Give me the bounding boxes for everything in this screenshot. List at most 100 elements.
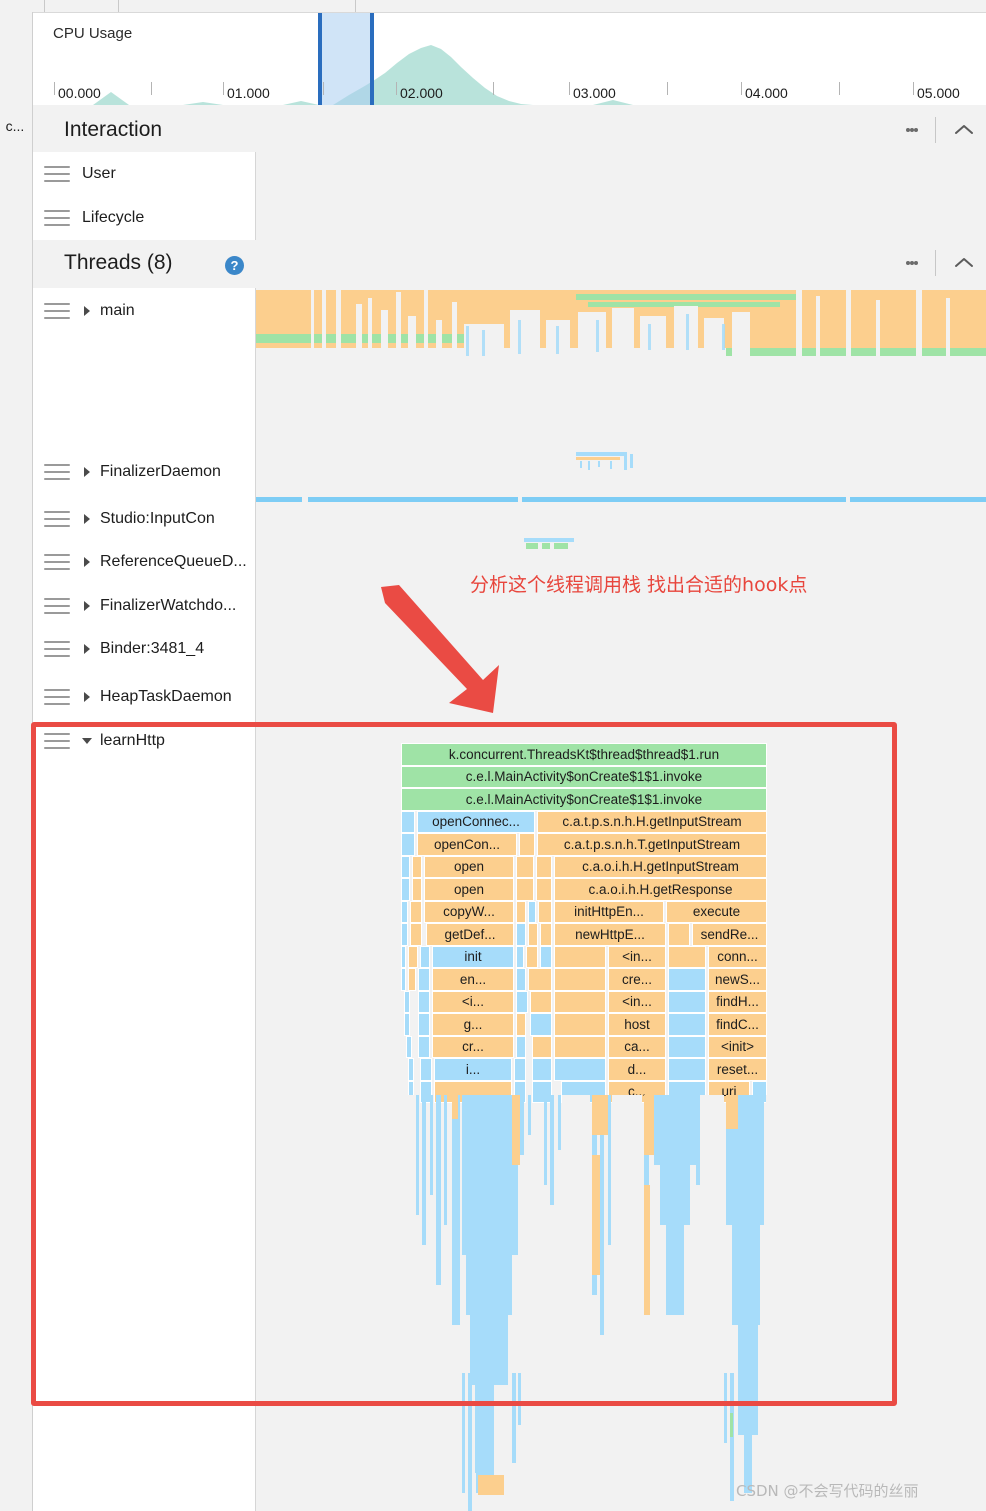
flame-bar-unlabeled[interactable] — [412, 855, 422, 878]
flame-bar-unlabeled[interactable] — [420, 945, 430, 968]
flame-bar[interactable]: <i... — [432, 990, 514, 1013]
timeline-selection-range[interactable] — [318, 13, 374, 105]
flame-bar-unlabeled[interactable] — [401, 968, 406, 991]
flame-bar-unlabeled[interactable] — [401, 855, 410, 878]
flame-bar-unlabeled[interactable] — [516, 968, 526, 991]
flame-bar-unlabeled[interactable] — [408, 945, 418, 968]
flame-bar-unlabeled[interactable] — [536, 878, 552, 901]
flame-bar-unlabeled[interactable] — [410, 900, 422, 923]
drag-handle-icon[interactable] — [44, 464, 70, 480]
flame-bar-unlabeled[interactable] — [401, 900, 408, 923]
drag-handle-icon[interactable] — [44, 689, 70, 705]
drag-handle-icon[interactable] — [44, 733, 70, 749]
cpu-usage-chart[interactable]: CPU Usage 00.000 01.000 02.000 03.000 04… — [33, 13, 986, 105]
flame-bar-unlabeled[interactable] — [532, 1058, 552, 1081]
interaction-track-area[interactable] — [256, 152, 986, 240]
flame-bar-unlabeled[interactable] — [668, 968, 706, 991]
flame-bar-unlabeled[interactable] — [516, 855, 534, 878]
chevron-right-icon[interactable] — [82, 466, 94, 478]
kebab-menu-icon[interactable] — [895, 240, 929, 285]
flame-bar-unlabeled[interactable] — [536, 855, 552, 878]
drag-handle-icon[interactable] — [44, 598, 70, 614]
flame-bar-unlabeled[interactable] — [668, 1058, 706, 1081]
flame-bar-unlabeled[interactable] — [554, 1058, 606, 1081]
flame-bar[interactable]: getDef... — [426, 923, 514, 946]
flame-bar[interactable]: execute — [666, 900, 767, 923]
flame-bar-unlabeled[interactable] — [554, 945, 606, 968]
flame-bar[interactable]: init — [432, 945, 514, 968]
flame-bar[interactable]: findH... — [708, 990, 767, 1013]
flame-bar-unlabeled[interactable] — [540, 923, 552, 946]
flame-bar-unlabeled[interactable] — [516, 990, 528, 1013]
threads-section-header[interactable]: Threads (8) ? — [33, 240, 986, 289]
flame-bar-unlabeled[interactable] — [516, 945, 524, 968]
flame-bar-unlabeled[interactable] — [401, 923, 408, 946]
flame-bar[interactable]: d... — [608, 1058, 666, 1081]
flame-bar-unlabeled[interactable] — [554, 1013, 606, 1036]
flame-bar-unlabeled[interactable] — [668, 990, 706, 1013]
flame-bar[interactable]: cr... — [432, 1035, 514, 1058]
interaction-row-user[interactable]: User — [33, 152, 255, 196]
referencequeue-trace-fragment[interactable] — [524, 538, 580, 550]
sidebar-item-main[interactable]: main — [33, 299, 255, 323]
flame-bar-unlabeled[interactable] — [668, 945, 706, 968]
flame-bar-unlabeled[interactable] — [418, 1035, 430, 1058]
kebab-menu-icon[interactable] — [895, 107, 929, 152]
flame-bar-unlabeled[interactable] — [668, 923, 690, 946]
flame-bar-unlabeled[interactable] — [408, 968, 416, 991]
flame-bar[interactable]: conn... — [708, 945, 767, 968]
flame-bar[interactable]: newS... — [708, 968, 767, 991]
drag-handle-icon[interactable] — [44, 554, 70, 570]
flame-bar[interactable]: initHttpEn... — [554, 900, 664, 923]
thread-trace-tracks[interactable]: k.concurrent.ThreadsKt$thread$thread$1.r… — [256, 288, 986, 1511]
flame-bar-unlabeled[interactable] — [519, 833, 535, 856]
chevron-up-icon[interactable] — [942, 240, 986, 285]
flame-bar-unlabeled[interactable] — [408, 1058, 414, 1081]
chevron-down-icon[interactable] — [82, 735, 94, 747]
drag-handle-icon[interactable] — [44, 641, 70, 657]
interaction-row-lifecycle[interactable]: Lifecycle — [33, 196, 255, 240]
flame-bar-unlabeled[interactable] — [528, 923, 538, 946]
flame-bar-unlabeled[interactable] — [540, 945, 552, 968]
sidebar-item-referencequeued[interactable]: ReferenceQueueD... — [33, 550, 255, 574]
flame-bar-unlabeled[interactable] — [516, 878, 534, 901]
flame-bar-unlabeled[interactable] — [668, 1035, 706, 1058]
flame-bar-unlabeled[interactable] — [404, 1013, 410, 1036]
flame-bar[interactable]: <in... — [608, 990, 666, 1013]
flame-bar-unlabeled[interactable] — [514, 1058, 526, 1081]
flame-bar[interactable]: g... — [432, 1013, 514, 1036]
drag-handle-icon[interactable] — [44, 166, 70, 182]
chevron-right-icon[interactable] — [82, 643, 94, 655]
drag-handle-icon[interactable] — [44, 511, 70, 527]
flame-bar[interactable]: c.a.o.i.h.H.getInputStream — [554, 855, 767, 878]
flame-bar-unlabeled[interactable] — [554, 990, 606, 1013]
flame-bar-unlabeled[interactable] — [418, 1013, 430, 1036]
flame-bar[interactable]: findC... — [708, 1013, 767, 1036]
flame-bar-unlabeled[interactable] — [412, 878, 422, 901]
flame-bar-unlabeled[interactable] — [410, 923, 422, 946]
flame-bar-unlabeled[interactable] — [516, 900, 526, 923]
flame-bar[interactable]: en... — [432, 968, 514, 991]
sidebar-item-studio-inputcon[interactable]: Studio:InputCon — [33, 507, 255, 531]
studio-inputcon-trace[interactable] — [256, 497, 986, 502]
chevron-right-icon[interactable] — [82, 305, 94, 317]
flame-bar-unlabeled[interactable] — [401, 810, 415, 833]
flame-bar[interactable]: i... — [434, 1058, 512, 1081]
sidebar-item-finalizerwatchdog[interactable]: FinalizerWatchdo... — [33, 594, 255, 618]
drag-handle-icon[interactable] — [44, 210, 70, 226]
flame-bar-unlabeled[interactable] — [401, 833, 415, 856]
flame-bar[interactable]: ca... — [608, 1035, 666, 1058]
flame-bar[interactable]: newHttpE... — [554, 923, 666, 946]
flame-bar[interactable]: c.e.l.MainActivity$onCreate$1$1.invoke — [401, 765, 767, 788]
flame-bar-unlabeled[interactable] — [516, 1013, 526, 1036]
learnhttp-flame-chart[interactable]: k.concurrent.ThreadsKt$thread$thread$1.r… — [401, 743, 771, 1103]
flame-bar-unlabeled[interactable] — [668, 1013, 706, 1036]
flame-bar-unlabeled[interactable] — [406, 1035, 412, 1058]
flame-bar-unlabeled[interactable] — [554, 968, 606, 991]
flame-bar-unlabeled[interactable] — [401, 945, 406, 968]
flame-bar-unlabeled[interactable] — [516, 1035, 526, 1058]
flame-bar-unlabeled[interactable] — [528, 900, 536, 923]
chevron-right-icon[interactable] — [82, 691, 94, 703]
flame-bar[interactable]: sendRe... — [692, 923, 767, 946]
flame-bar[interactable]: openConnec... — [417, 810, 535, 833]
